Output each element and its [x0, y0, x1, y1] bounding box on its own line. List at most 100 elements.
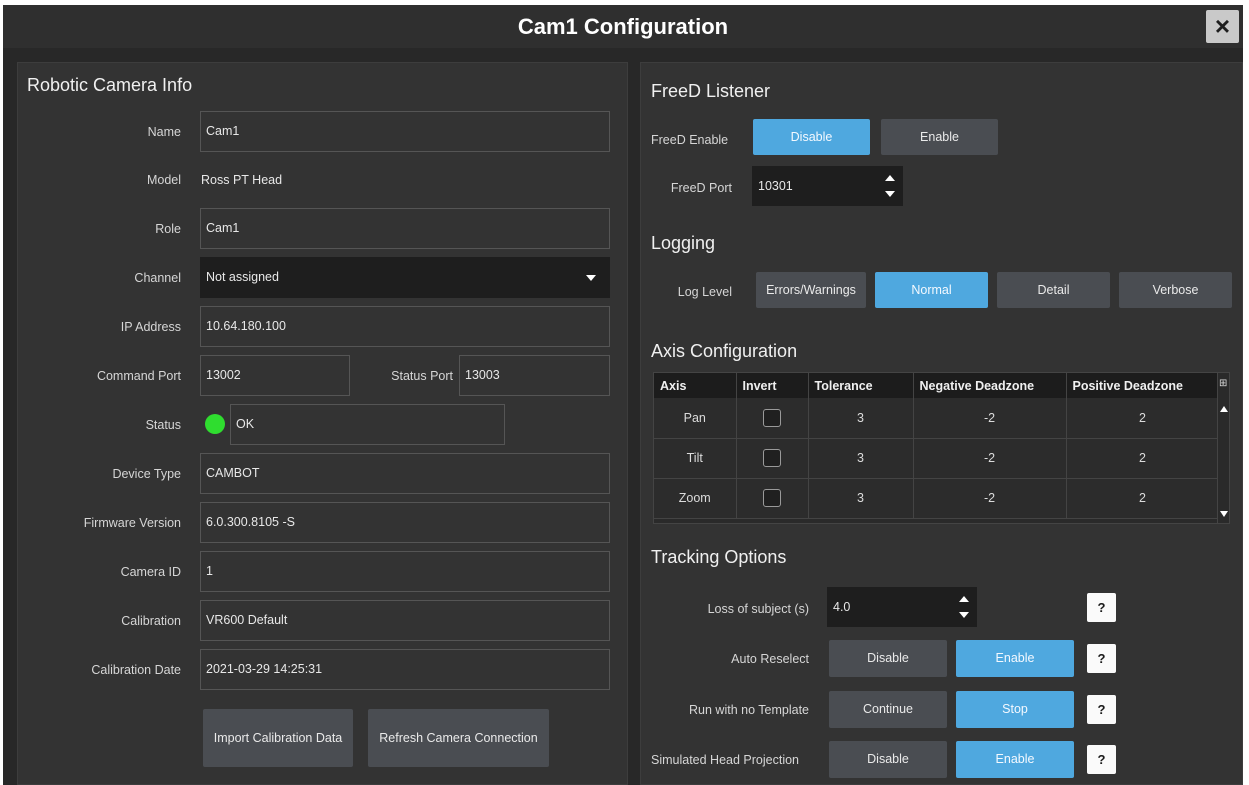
spin-arrows-icon[interactable]: [959, 596, 969, 618]
camera-id-label: Camera ID: [120, 565, 181, 579]
window-title: Cam1 Configuration: [517, 14, 729, 39]
tracking-heading: Tracking Options: [651, 547, 787, 567]
column-chooser-icon[interactable]: ⊞: [1219, 378, 1227, 389]
loss-of-subject-label: Loss of subject (s): [707, 602, 809, 616]
calibration-date-value: 2021-03-29 14:25:31: [200, 649, 610, 690]
table-row: Zoom 3 -2 2: [654, 478, 1220, 519]
scroll-up-icon[interactable]: [1220, 406, 1228, 412]
sim-head-enable-button[interactable]: Enable: [956, 741, 1074, 778]
role-label: Role: [155, 222, 181, 236]
positive-deadzone-cell[interactable]: 2: [1066, 398, 1220, 439]
negative-deadzone-cell[interactable]: -2: [913, 398, 1067, 439]
log-errors-warnings-button[interactable]: Errors/Warnings: [756, 272, 866, 308]
status-label: Status: [145, 418, 181, 432]
chevron-down-icon: [586, 275, 596, 281]
status-port-input[interactable]: 13003: [459, 355, 610, 396]
help-icon[interactable]: ?: [1087, 695, 1116, 724]
calibration-label: Calibration: [121, 614, 181, 628]
table-row: Tilt 3 -2 2: [654, 438, 1220, 479]
freed-port-label: FreeD Port: [670, 181, 732, 195]
log-verbose-button[interactable]: Verbose: [1119, 272, 1232, 308]
import-calibration-button[interactable]: Import Calibration Data: [203, 709, 353, 767]
ip-address-input[interactable]: 10.64.180.100: [200, 306, 610, 347]
scroll-down-icon[interactable]: [1220, 511, 1228, 517]
freed-heading: FreeD Listener: [651, 81, 771, 101]
firmware-value: 6.0.300.8105 -S: [200, 502, 610, 543]
auto-reselect-disable-button[interactable]: Disable: [829, 640, 947, 677]
col-tolerance[interactable]: Tolerance: [808, 373, 914, 398]
col-axis[interactable]: Axis: [654, 373, 737, 398]
table-scrollbar[interactable]: ⊞: [1217, 373, 1229, 523]
positive-deadzone-cell[interactable]: 2: [1066, 478, 1220, 519]
negative-deadzone-cell[interactable]: -2: [913, 438, 1067, 479]
calibration-value: VR600 Default: [200, 600, 610, 641]
col-positive-deadzone[interactable]: Positive Deadzone: [1066, 373, 1220, 398]
negative-deadzone-cell[interactable]: -2: [913, 478, 1067, 519]
loss-of-subject-value: 4.0: [833, 600, 851, 614]
firmware-label: Firmware Version: [83, 516, 181, 530]
log-normal-button[interactable]: Normal: [875, 272, 988, 308]
freed-port-stepper[interactable]: 10301: [752, 166, 903, 206]
invert-checkbox[interactable]: [763, 408, 781, 427]
run-no-template-label: Run with no Template: [689, 703, 809, 717]
axis-table: Axis Invert Tolerance Negative Deadzone …: [653, 372, 1230, 524]
refresh-connection-button[interactable]: Refresh Camera Connection: [368, 709, 549, 767]
auto-reselect-label: Auto Reselect: [731, 652, 809, 666]
help-icon[interactable]: ?: [1087, 644, 1116, 673]
channel-label: Channel: [134, 271, 181, 285]
status-port-label: Status Port: [391, 369, 453, 383]
panel-heading: Robotic Camera Info: [27, 75, 193, 95]
table-row: Pan 3 -2 2: [654, 398, 1220, 439]
invert-checkbox[interactable]: [763, 449, 781, 467]
col-invert[interactable]: Invert: [736, 373, 809, 398]
freed-port-value: 10301: [758, 179, 793, 193]
device-type-value: CAMBOT: [200, 453, 610, 494]
no-template-continue-button[interactable]: Continue: [829, 691, 947, 728]
config-window: Cam1 Configuration × Robotic Camera Info…: [3, 5, 1243, 785]
model-label: Model: [146, 173, 181, 187]
freed-disable-button[interactable]: Disable: [753, 119, 870, 155]
axis-name: Tilt: [654, 438, 737, 479]
table-header-row: Axis Invert Tolerance Negative Deadzone …: [654, 373, 1220, 398]
camera-id-value: 1: [200, 551, 610, 592]
invert-checkbox[interactable]: [763, 489, 781, 507]
status-indicator-icon: [205, 414, 225, 434]
no-template-stop-button[interactable]: Stop: [956, 691, 1074, 728]
status-value: OK: [230, 404, 505, 445]
device-type-label: Device Type: [112, 467, 181, 481]
close-icon[interactable]: ×: [1206, 10, 1239, 43]
log-level-label: Log Level: [677, 285, 732, 299]
calibration-date-label: Calibration Date: [91, 663, 181, 677]
loss-of-subject-stepper[interactable]: 4.0: [827, 587, 977, 627]
help-icon[interactable]: ?: [1087, 745, 1116, 774]
auto-reselect-enable-button[interactable]: Enable: [956, 640, 1074, 677]
axis-heading: Axis Configuration: [651, 341, 798, 361]
command-port-label: Command Port: [96, 369, 181, 383]
sim-head-projection-label: Simulated Head Projection: [651, 753, 799, 767]
robotic-camera-info-panel: Robotic Camera Info Name Cam1 Model Ross…: [17, 62, 628, 785]
logging-heading: Logging: [651, 233, 716, 253]
command-port-input[interactable]: 13002: [200, 355, 350, 396]
model-value: Ross PT Head: [201, 173, 283, 187]
name-input[interactable]: Cam1: [200, 111, 610, 152]
tolerance-cell[interactable]: 3: [808, 398, 914, 439]
log-detail-button[interactable]: Detail: [997, 272, 1110, 308]
name-label: Name: [147, 125, 181, 139]
sim-head-disable-button[interactable]: Disable: [829, 741, 947, 778]
role-input[interactable]: Cam1: [200, 208, 610, 249]
help-icon[interactable]: ?: [1087, 593, 1116, 622]
axis-name: Zoom: [654, 478, 737, 519]
freed-enable-label: FreeD Enable: [651, 133, 729, 147]
tolerance-cell[interactable]: 3: [808, 438, 914, 479]
tolerance-cell[interactable]: 3: [808, 478, 914, 519]
ip-label: IP Address: [120, 320, 181, 334]
title-bar: Cam1 Configuration ×: [3, 5, 1243, 48]
settings-panel: FreeD Listener FreeD Enable Disable Enab…: [640, 62, 1243, 785]
axis-name: Pan: [654, 398, 737, 439]
spin-arrows-icon[interactable]: [885, 175, 895, 197]
positive-deadzone-cell[interactable]: 2: [1066, 438, 1220, 479]
channel-value: Not assigned: [206, 270, 279, 284]
col-negative-deadzone[interactable]: Negative Deadzone: [913, 373, 1067, 398]
freed-enable-button[interactable]: Enable: [881, 119, 998, 155]
channel-dropdown[interactable]: Not assigned: [200, 257, 610, 298]
